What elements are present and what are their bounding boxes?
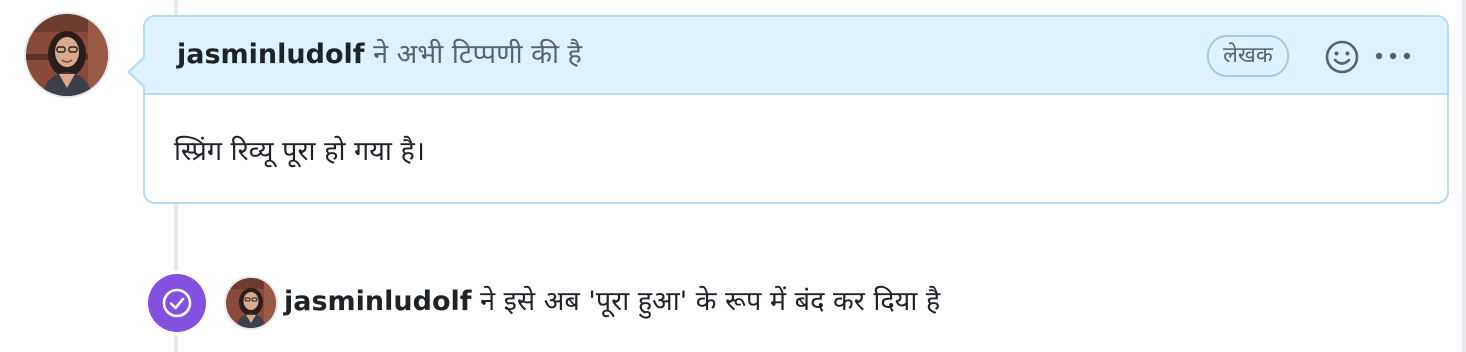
comment-author-avatar[interactable]: [26, 14, 108, 96]
comment-header-text: jasminludolf ने अभी टिप्पणी की है: [177, 37, 582, 73]
event-author-avatar[interactable]: [226, 278, 276, 328]
event-author-link[interactable]: jasminludolf: [284, 286, 472, 317]
comment-header: jasminludolf ने अभी टिप्पणी की है लेखक: [145, 17, 1447, 95]
event-action-text: ने इसे अब 'पूरा हुआ' के रूप में बंद कर द…: [480, 286, 941, 317]
avatar-image: [26, 14, 108, 96]
add-reaction-button[interactable]: [1322, 37, 1362, 77]
comment-action-text: ने अभी टिप्पणी की है: [373, 39, 582, 70]
comment-body: स्प्रिंग रिव्यू पूरा हो गया है।: [174, 136, 426, 167]
author-badge: लेखक: [1207, 35, 1289, 77]
comment-card: jasminludolf ने अभी टिप्पणी की है लेखक स…: [127, 15, 1449, 204]
closed-event-badge: [148, 274, 206, 332]
closed-event-text: jasminludolf ने इसे अब 'पूरा हुआ' के रूप…: [284, 283, 940, 321]
issue-timeline: jasminludolf ने अभी टिप्पणी की है लेखक स…: [0, 0, 1466, 352]
avatar-image: [226, 278, 276, 328]
scrollbar-track[interactable]: [1462, 0, 1466, 352]
smiley-icon: [1325, 40, 1359, 74]
comment-caret-fill: [130, 57, 146, 87]
check-circle-icon: [162, 288, 192, 318]
comment-author-link[interactable]: jasminludolf: [177, 39, 365, 70]
comment-options-button[interactable]: [1372, 41, 1414, 71]
kebab-horizontal-icon: [1375, 52, 1411, 60]
